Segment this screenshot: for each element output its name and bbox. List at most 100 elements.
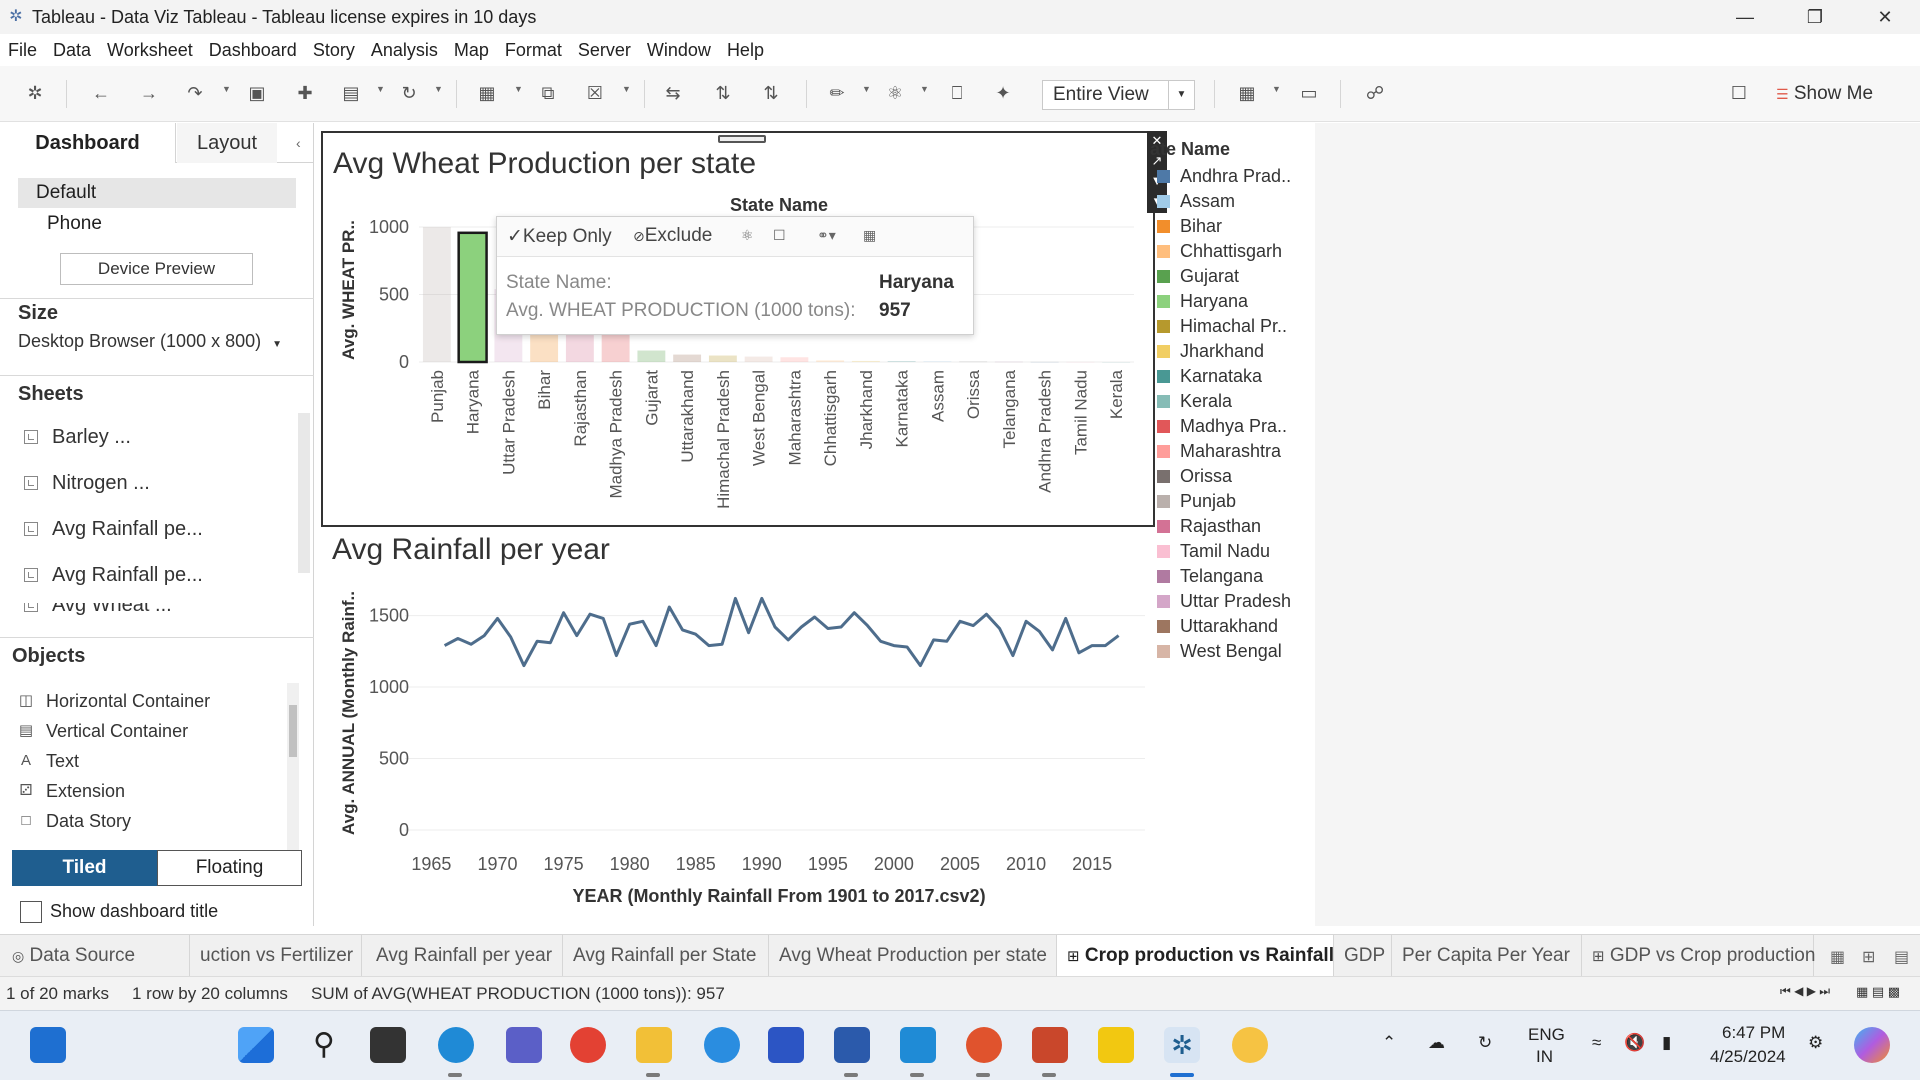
legend-item[interactable]: Madhya Pra.. — [1157, 414, 1287, 439]
chrome-profile-icon[interactable] — [966, 1027, 1002, 1063]
keep-only-button[interactable]: ✓Keep Only — [507, 225, 612, 248]
teams-icon[interactable] — [506, 1027, 542, 1063]
running-indicator — [1042, 1073, 1056, 1077]
bar[interactable] — [959, 361, 988, 363]
bar[interactable] — [422, 227, 451, 362]
clock-date[interactable]: 4/25/2024 — [1710, 1047, 1786, 1067]
bar[interactable] — [708, 355, 737, 362]
new-story-icon[interactable]: ▤ — [1894, 947, 1909, 967]
legend-item[interactable]: Jharkhand — [1157, 339, 1264, 364]
bar[interactable] — [887, 361, 916, 362]
weather-icon[interactable] — [1232, 1027, 1268, 1063]
legend-item[interactable]: Tamil Nadu — [1157, 539, 1270, 564]
legend-swatch — [1157, 320, 1170, 333]
tab-data-source[interactable]: ◎ Data Source — [0, 935, 190, 977]
bar[interactable] — [530, 330, 559, 362]
legend-item[interactable]: Kerala — [1157, 389, 1232, 414]
legend-label: Punjab — [1180, 491, 1237, 511]
sync-icon[interactable]: ↻ — [1478, 1033, 1492, 1053]
help-icon[interactable] — [704, 1027, 740, 1063]
rainfall-line[interactable] — [443, 596, 1120, 668]
tab-crop-production-vs-rainfall[interactable]: ⊞ Crop production vs Rainfall — [1057, 935, 1334, 977]
vscode-icon[interactable] — [900, 1027, 936, 1063]
chrome-icon[interactable] — [570, 1027, 606, 1063]
new-worksheet-icon[interactable]: ▦ — [1830, 947, 1845, 967]
bar[interactable] — [565, 332, 594, 362]
language-code[interactable]: ENG — [1528, 1025, 1565, 1045]
legend-item[interactable]: Orissa — [1157, 464, 1232, 489]
bar[interactable] — [816, 360, 845, 362]
copilot-icon[interactable] — [1854, 1027, 1890, 1063]
tab-production-vs-fertilizer[interactable]: uction vs Fertilizer — [190, 935, 362, 977]
bar[interactable] — [744, 356, 773, 362]
legend-item[interactable]: Maharashtra — [1157, 439, 1281, 464]
sheet-nav-arrows[interactable]: ⏮ ◀ ▶ ⏭ — [1780, 984, 1830, 999]
bar[interactable] — [1102, 362, 1131, 363]
bar[interactable] — [923, 361, 952, 362]
view-toggle-icons[interactable]: ▦ ▤ ▩ — [1856, 984, 1900, 1000]
tab-gdp-vs-crop-production[interactable]: ⊞ GDP vs Crop production — [1582, 935, 1816, 977]
bar[interactable] — [601, 335, 630, 362]
legend-item[interactable]: Karnataka — [1157, 364, 1262, 389]
legend-item[interactable]: Uttarakhand — [1157, 614, 1278, 639]
x-tick-label: West Bengal — [750, 370, 769, 466]
link-icon[interactable]: ⚭▾ — [817, 227, 836, 244]
bar[interactable] — [457, 231, 488, 364]
store-icon[interactable] — [768, 1027, 804, 1063]
rain-chart: 1500 1000 500 01965 1970 1975 1980 1985 1990 1995… — [339, 591, 1145, 906]
cloud-icon[interactable]: ☁ — [1428, 1033, 1445, 1053]
tableau-taskbar-icon[interactable]: ✲ — [1164, 1027, 1200, 1063]
legend-item[interactable]: Punjab — [1157, 489, 1236, 514]
legend-item[interactable]: Andhra Prad.. — [1157, 164, 1291, 189]
legend-item[interactable]: Rajasthan — [1157, 514, 1261, 539]
legend-item[interactable]: West Bengal — [1157, 639, 1282, 664]
legend-item[interactable]: Gujarat — [1157, 264, 1239, 289]
start-icon[interactable] — [238, 1027, 274, 1063]
volume-muted-icon[interactable]: 🔇 — [1624, 1033, 1645, 1053]
powerpoint-icon[interactable] — [1032, 1027, 1068, 1063]
legend-item[interactable]: Telangana — [1157, 564, 1263, 589]
wifi-icon[interactable]: ≈ — [1592, 1033, 1601, 1053]
tab-avg-rainfall-per-year[interactable]: Avg Rainfall per year — [366, 935, 563, 977]
tab-per-capita-per-year[interactable]: Per Capita Per Year — [1392, 935, 1582, 977]
exclude-button[interactable]: ⊘Exclude — [633, 225, 712, 247]
legend-swatch — [1157, 545, 1170, 558]
bar[interactable] — [1030, 361, 1059, 363]
legend-item[interactable]: Himachal Pr.. — [1157, 314, 1287, 339]
bar[interactable] — [637, 350, 666, 362]
x-tick-label: Assam — [928, 370, 947, 422]
bar[interactable] — [851, 360, 880, 362]
file-explorer-icon[interactable] — [636, 1027, 672, 1063]
view-data-icon[interactable]: ▦ — [863, 227, 876, 244]
clock-time[interactable]: 6:47 PM — [1722, 1023, 1785, 1043]
legend-label: Tamil Nadu — [1180, 541, 1271, 561]
widgets-icon[interactable] — [30, 1027, 66, 1063]
edge-icon[interactable] — [438, 1027, 474, 1063]
powerbi-icon[interactable] — [1098, 1027, 1134, 1063]
legend-item[interactable]: Assam — [1157, 189, 1235, 214]
tab-avg-rainfall-per-state[interactable]: Avg Rainfall per State — [563, 935, 769, 977]
word-icon[interactable] — [834, 1027, 870, 1063]
legend-item[interactable]: Bihar — [1157, 214, 1222, 239]
bar[interactable] — [994, 361, 1023, 363]
task-view-icon[interactable] — [370, 1027, 406, 1063]
bar[interactable] — [1066, 361, 1095, 363]
legend-item[interactable]: Chhattisgarh — [1157, 239, 1282, 264]
region-code[interactable]: IN — [1536, 1047, 1553, 1067]
bar[interactable] — [780, 357, 809, 362]
legend-item[interactable]: Uttar Pradesh — [1157, 589, 1291, 614]
group-icon[interactable]: ⚛ — [741, 227, 754, 244]
set-icon[interactable]: ☐ — [773, 227, 786, 244]
bar[interactable] — [673, 354, 702, 362]
search-icon[interactable]: ⚲ — [306, 1027, 342, 1063]
tab-avg-wheat-production[interactable]: Avg Wheat Production per state — [769, 935, 1057, 977]
legend-label: Bihar — [1180, 216, 1223, 236]
tab-gdp[interactable]: GDP — [1334, 935, 1392, 977]
notification-icon[interactable]: ⚙ — [1808, 1033, 1823, 1053]
battery-icon[interactable]: ▮ — [1662, 1033, 1671, 1053]
tab-label: GDP vs Crop production — [1609, 945, 1816, 966]
show-hidden-icons[interactable]: ⌃ — [1382, 1033, 1396, 1053]
new-dashboard-icon[interactable]: ⊞ — [1862, 947, 1875, 967]
x-tick-label: Haryana — [464, 369, 483, 434]
legend-item[interactable]: Haryana — [1157, 289, 1248, 314]
